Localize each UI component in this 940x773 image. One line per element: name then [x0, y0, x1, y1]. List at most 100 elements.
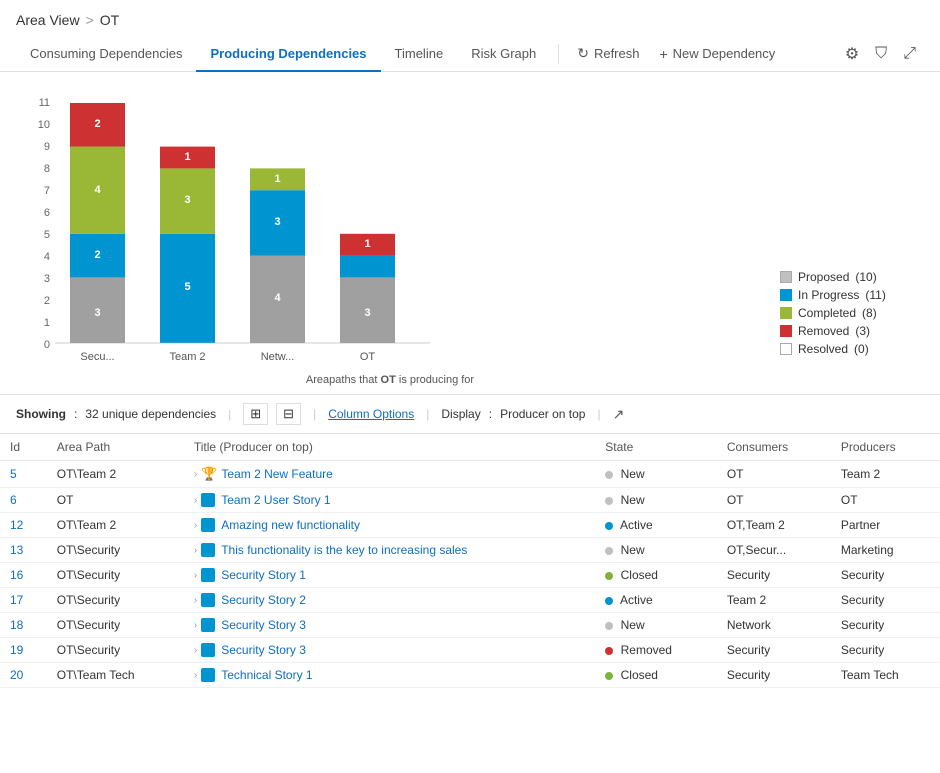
legend-resolved-dot: [780, 343, 792, 355]
svg-text:1: 1: [274, 173, 280, 185]
id-link[interactable]: 13: [10, 543, 23, 557]
filter-icon[interactable]: ⛉: [867, 39, 895, 69]
row-expand-chevron[interactable]: ›: [194, 620, 197, 631]
legend-completed-dot: [780, 307, 792, 319]
svg-text:2: 2: [94, 249, 100, 261]
title-link[interactable]: Security Story 3: [221, 643, 306, 657]
svg-text:1: 1: [364, 238, 370, 250]
cell-consumers: Security: [717, 663, 831, 688]
tab-timeline[interactable]: Timeline: [381, 36, 458, 71]
id-link[interactable]: 6: [10, 493, 17, 507]
cell-state: Removed: [595, 638, 717, 663]
cell-producers: Security: [831, 563, 940, 588]
legend-completed-count: (8): [862, 306, 877, 320]
svg-text:6: 6: [44, 207, 50, 219]
state-dot: [605, 471, 613, 479]
legend-proposed-dot: [780, 271, 792, 283]
cell-state: New: [595, 613, 717, 638]
row-expand-chevron[interactable]: ›: [194, 645, 197, 656]
svg-text:2: 2: [44, 295, 50, 307]
svg-text:Netw...: Netw...: [261, 351, 295, 363]
column-options-button[interactable]: Column Options: [328, 407, 414, 421]
bar-chart-svg: 11 10 9 8 7 6 5 4 3 2 1 0 3 2: [20, 88, 440, 368]
legend-resolved: Resolved (0): [780, 342, 920, 356]
cell-consumers: OT,Team 2: [717, 513, 831, 538]
tab-producing[interactable]: Producing Dependencies: [196, 36, 380, 71]
cell-title: › Technical Story 1: [184, 663, 595, 688]
title-link[interactable]: Team 2 User Story 1: [221, 493, 330, 507]
legend-proposed-count: (10): [855, 270, 876, 284]
id-link[interactable]: 18: [10, 618, 23, 632]
cell-consumers: Security: [717, 638, 831, 663]
cell-id: 18: [0, 613, 47, 638]
row-expand-chevron[interactable]: ›: [194, 595, 197, 606]
cell-producers: Security: [831, 638, 940, 663]
cell-producers: OT: [831, 488, 940, 513]
id-link[interactable]: 19: [10, 643, 23, 657]
expand-icon[interactable]: ⤢: [895, 39, 924, 69]
cell-consumers: OT,Secur...: [717, 538, 831, 563]
cell-id: 16: [0, 563, 47, 588]
cell-title: › Security Story 1: [184, 563, 595, 588]
breadcrumb-separator: >: [86, 12, 94, 28]
bar-ot-inprogress[interactable]: [340, 256, 395, 278]
legend-inprogress: In Progress (11): [780, 288, 920, 302]
legend-completed: Completed (8): [780, 306, 920, 320]
tab-consuming[interactable]: Consuming Dependencies: [16, 36, 196, 71]
svg-text:5: 5: [184, 281, 190, 293]
svg-text:4: 4: [44, 251, 50, 263]
nav-divider: [558, 44, 559, 64]
breadcrumb-parent[interactable]: Area View: [16, 12, 80, 28]
cell-consumers: OT: [717, 461, 831, 488]
row-expand-chevron[interactable]: ›: [194, 495, 197, 506]
table-row: 5 OT\Team 2 › 🏆 Team 2 New Feature New O…: [0, 461, 940, 488]
dependencies-table: Id Area Path Title (Producer on top) Sta…: [0, 434, 940, 688]
title-link[interactable]: Security Story 1: [221, 568, 306, 582]
svg-text:4: 4: [274, 292, 281, 304]
legend-resolved-label: Resolved: [798, 342, 848, 356]
title-link[interactable]: This functionality is the key to increas…: [221, 543, 467, 557]
new-dependency-button[interactable]: + New Dependency: [649, 40, 785, 68]
showing-bar: Showing : 32 unique dependencies | ⊞ ⊟ |…: [0, 394, 940, 434]
state-label: New: [621, 543, 645, 557]
expand-rows-button[interactable]: ⊞: [243, 403, 268, 425]
refresh-button[interactable]: ↻ Refresh: [567, 39, 649, 68]
title-link[interactable]: Amazing new functionality: [221, 518, 360, 532]
breadcrumb-current: OT: [100, 12, 119, 28]
row-expand-chevron[interactable]: ›: [194, 520, 197, 531]
row-expand-chevron[interactable]: ›: [194, 469, 197, 480]
cell-state: New: [595, 461, 717, 488]
row-expand-chevron[interactable]: ›: [194, 670, 197, 681]
plus-icon: +: [659, 46, 667, 62]
state-dot: [605, 547, 613, 555]
refresh-icon: ↻: [577, 45, 589, 62]
table-row: 13 OT\Security › This functionality is t…: [0, 538, 940, 563]
cell-title: › 🏆 Team 2 New Feature: [184, 461, 595, 488]
cell-area-path: OT\Team 2: [47, 461, 184, 488]
id-link[interactable]: 12: [10, 518, 23, 532]
id-link[interactable]: 5: [10, 467, 17, 481]
cell-state: Closed: [595, 663, 717, 688]
cell-producers: Team 2: [831, 461, 940, 488]
cell-area-path: OT\Security: [47, 613, 184, 638]
title-link[interactable]: Team 2 New Feature: [221, 467, 332, 481]
tab-navigation: Consuming Dependencies Producing Depende…: [0, 36, 940, 72]
title-link[interactable]: Technical Story 1: [221, 668, 312, 682]
collapse-rows-button[interactable]: ⊟: [276, 403, 301, 425]
id-link[interactable]: 17: [10, 593, 23, 607]
row-expand-chevron[interactable]: ›: [194, 570, 197, 581]
breadcrumb: Area View > OT: [0, 0, 940, 36]
col-title: Title (Producer on top): [184, 434, 595, 461]
col-state: State: [595, 434, 717, 461]
settings-icon[interactable]: ⚙: [837, 38, 867, 70]
row-expand-chevron[interactable]: ›: [194, 545, 197, 556]
id-link[interactable]: 16: [10, 568, 23, 582]
id-link[interactable]: 20: [10, 668, 23, 682]
title-link[interactable]: Security Story 3: [221, 618, 306, 632]
tab-risk-graph[interactable]: Risk Graph: [457, 36, 550, 71]
cell-title: › This functionality is the key to incre…: [184, 538, 595, 563]
title-link[interactable]: Security Story 2: [221, 593, 306, 607]
svg-text:OT: OT: [360, 351, 376, 363]
fullscreen-icon[interactable]: ↗: [613, 406, 625, 423]
chart-legend: Proposed (10) In Progress (11) Completed…: [780, 270, 920, 386]
